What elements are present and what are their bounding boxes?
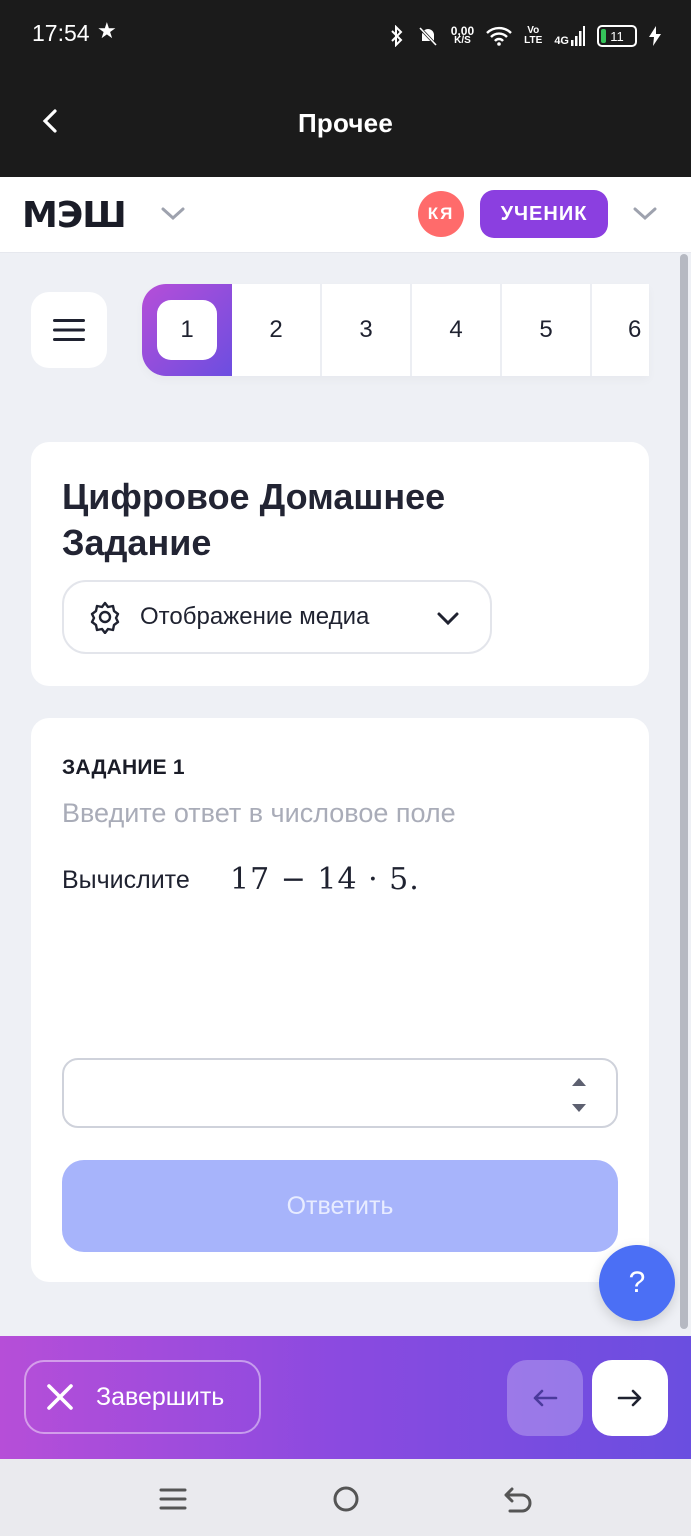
system-navigation-bar (0, 1459, 691, 1536)
task-tabs: 1 2 3 4 5 6 (142, 284, 649, 376)
media-display-label: Отображение медиа (140, 603, 370, 630)
site-header: МЭШ КЯ УЧЕНИК (0, 177, 691, 253)
task-tab-2[interactable]: 2 (232, 284, 322, 376)
task-question: Вычислите (62, 866, 190, 894)
task-expression: 17 − 14 · 5. (230, 862, 420, 897)
bluetooth-icon (391, 25, 403, 47)
network-indicator: 4G (554, 26, 585, 47)
arrow-right-icon (617, 1389, 642, 1407)
task-label: ЗАДАНИЕ 1 (62, 756, 185, 779)
media-display-button[interactable]: Отображение медиа (62, 580, 492, 654)
volte-indicator: Vo LTE (524, 25, 543, 46)
app-bar-title: Прочее (297, 108, 394, 138)
logo[interactable]: МЭШ (22, 195, 127, 236)
chevron-down-icon (437, 612, 459, 626)
home-icon[interactable] (328, 1481, 364, 1517)
signal-icon (571, 26, 585, 46)
charging-icon (649, 26, 661, 46)
bottom-action-bar: Завершить (0, 1336, 691, 1459)
role-badge[interactable]: УЧЕНИК (480, 190, 608, 238)
close-icon (47, 1384, 73, 1410)
status-bar: 17:54 ★ 0,00 K/S Vo LTE 4G 11 (0, 0, 691, 72)
chevron-down-icon[interactable] (160, 205, 186, 223)
mute-bell-icon (418, 26, 437, 47)
finish-label: Завершить (96, 1382, 225, 1411)
task-hint: Введите ответ в числовое поле (62, 798, 456, 828)
task-tab-3[interactable]: 3 (322, 284, 412, 376)
submit-answer-button[interactable]: Ответить (62, 1160, 618, 1252)
task-tab-6[interactable]: 6 (592, 284, 649, 376)
avatar[interactable]: КЯ (418, 191, 464, 237)
help-button[interactable]: ? (599, 1245, 675, 1321)
task-tab-1[interactable]: 1 (142, 284, 232, 376)
task-tab-5[interactable]: 5 (502, 284, 592, 376)
status-time: 17:54 (32, 20, 90, 46)
task-card: ЗАДАНИЕ 1 Введите ответ в числовое поле … (31, 718, 649, 1282)
gear-icon (90, 601, 120, 634)
back-system-icon[interactable] (500, 1481, 536, 1517)
hamburger-icon (53, 319, 85, 341)
recent-apps-icon[interactable] (155, 1481, 191, 1517)
arrow-left-icon (533, 1389, 558, 1407)
wifi-icon (486, 26, 513, 46)
task-tab-4[interactable]: 4 (412, 284, 502, 376)
previous-task-button[interactable] (507, 1360, 583, 1436)
number-stepper-icon[interactable] (570, 1076, 588, 1114)
app-bar: Прочее (0, 72, 691, 177)
page-title: Цифровое Домашнее Задание (62, 476, 446, 563)
finish-button[interactable]: Завершить (24, 1360, 261, 1434)
next-task-button[interactable] (592, 1360, 668, 1436)
answer-field[interactable] (62, 1058, 618, 1128)
battery-indicator: 11 (597, 25, 637, 47)
scrollbar[interactable] (680, 254, 688, 1329)
star-icon: ★ (97, 18, 117, 43)
status-icons: 0,00 K/S Vo LTE 4G 11 (389, 18, 661, 54)
answer-input[interactable] (82, 1060, 566, 1124)
homework-card: Цифровое Домашнее Задание Отображение ме… (31, 442, 649, 686)
menu-button[interactable] (31, 292, 107, 368)
net-speed: 0,00 K/S (450, 24, 475, 46)
chevron-down-icon[interactable] (632, 205, 658, 223)
